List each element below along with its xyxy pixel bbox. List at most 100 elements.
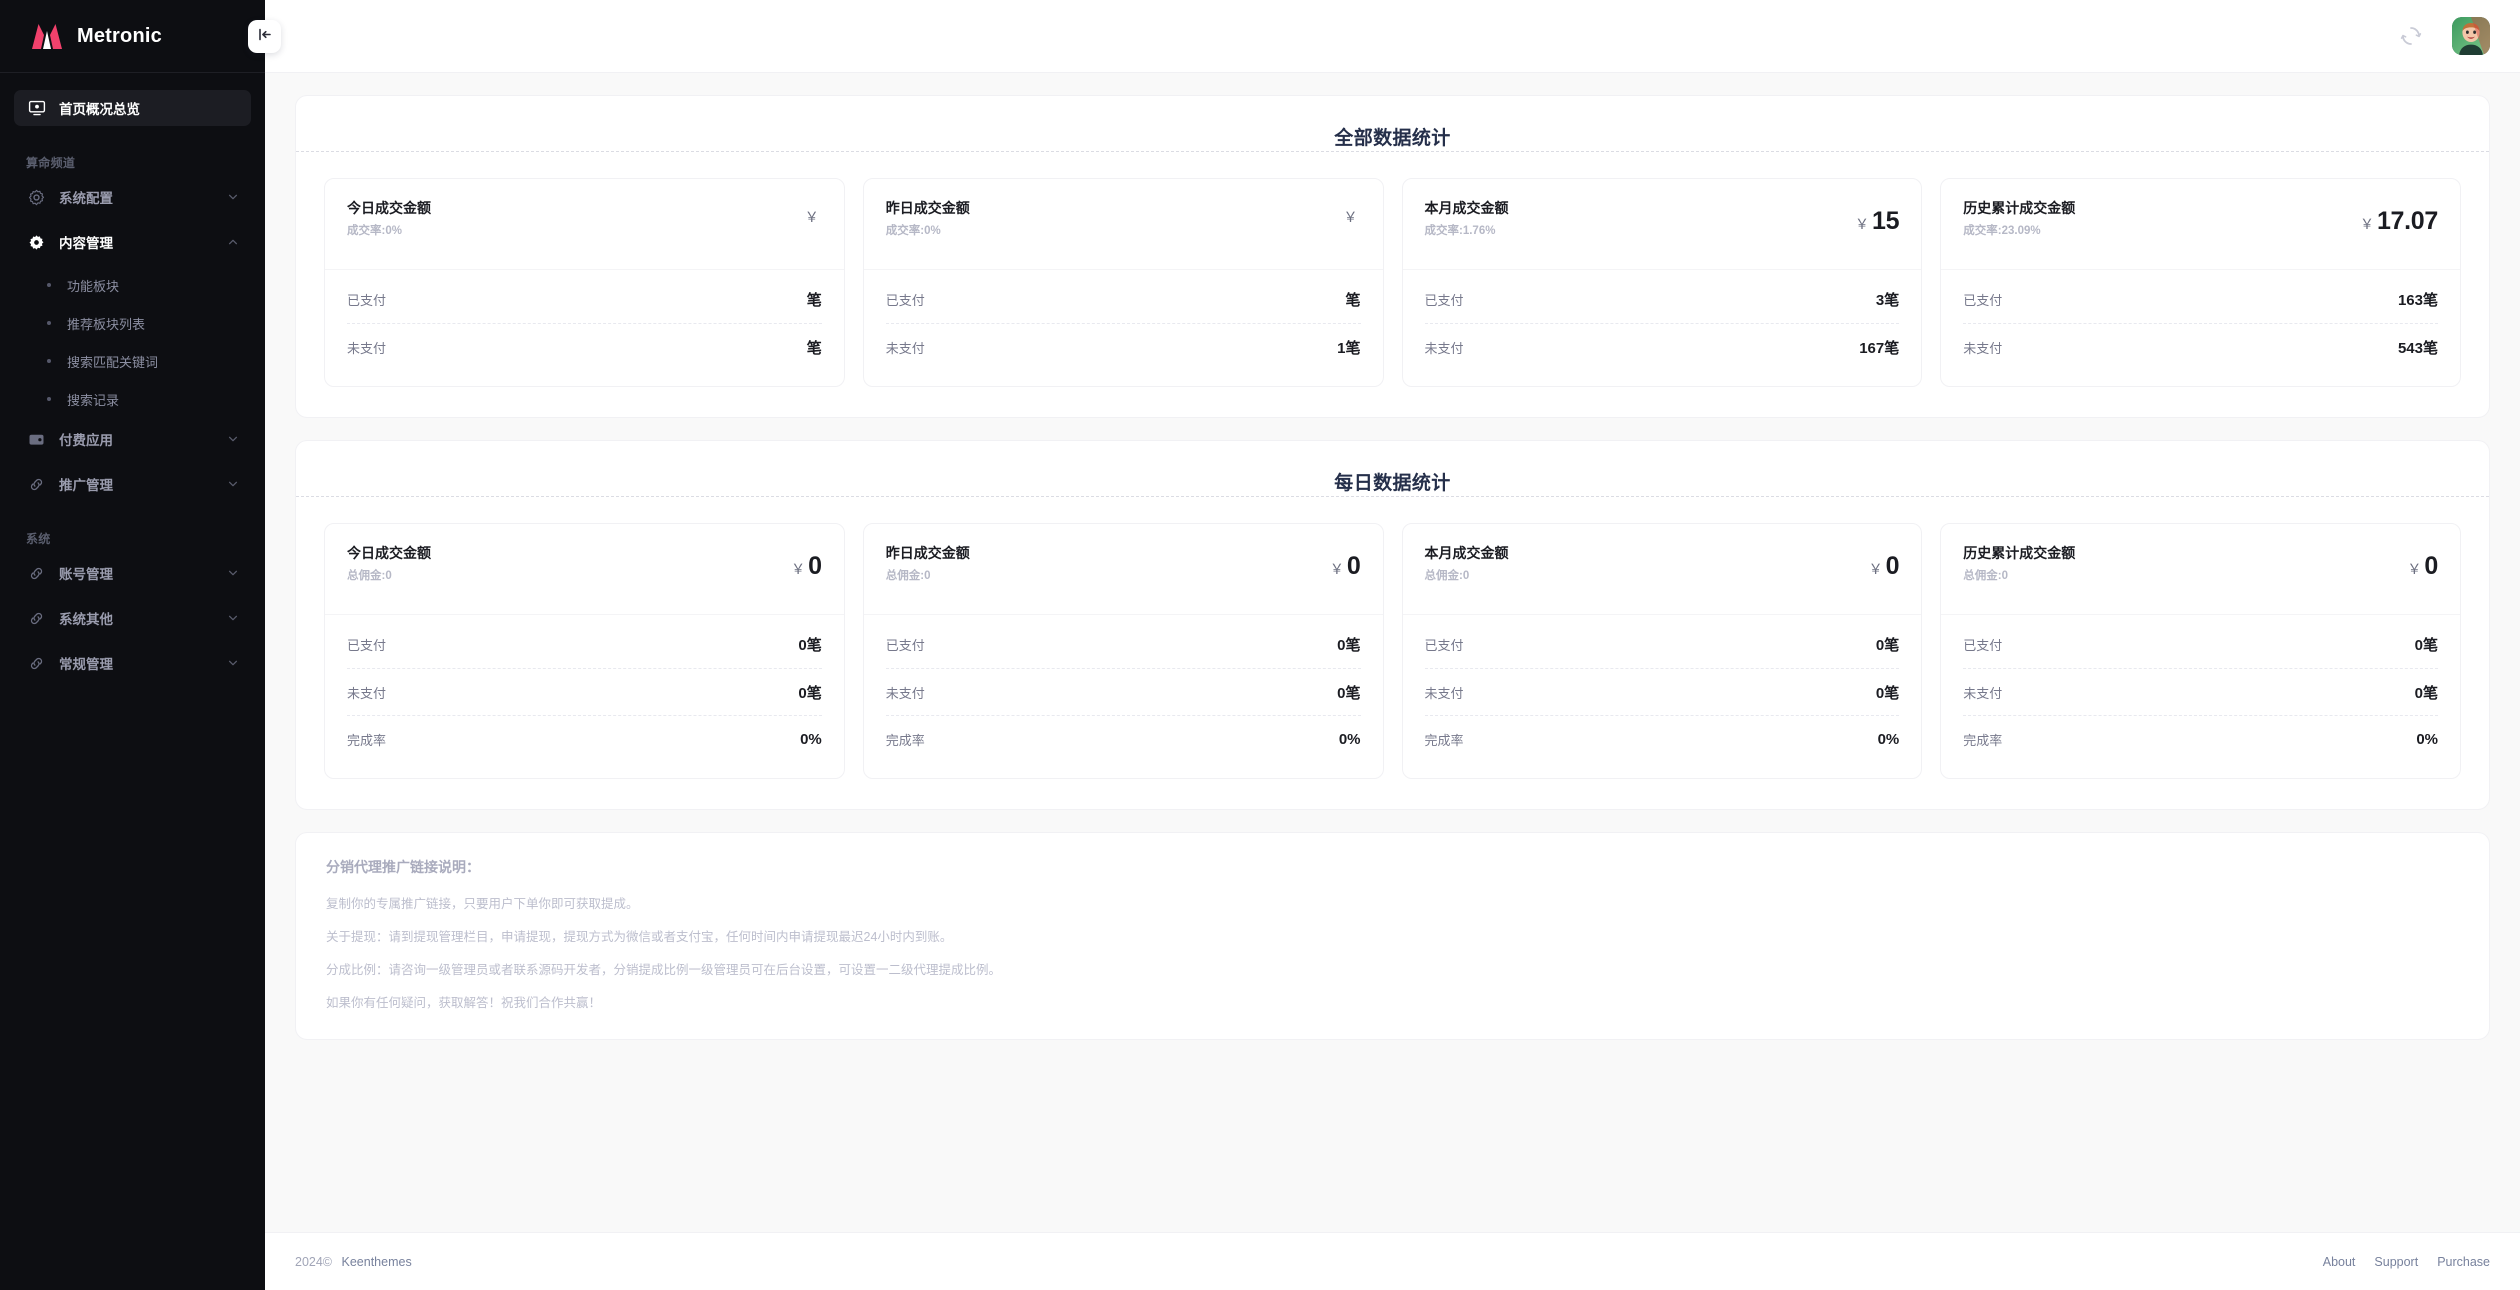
- stat-card-title: 本月成交金额: [1424, 200, 1509, 216]
- sidebar-item-system-config-label: 系统配置: [59, 191, 113, 206]
- stat-row-label: 未支付: [1963, 685, 2003, 701]
- stat-row-value: 0%: [1338, 730, 1361, 748]
- stat-card[interactable]: 历史累计成交金额 成交率:23.09% ￥ 17.07 已支付 163笔 未支付…: [1940, 178, 2461, 387]
- chevron-down-icon: [227, 191, 239, 203]
- sidebar-subitem-function-modules[interactable]: 功能板块: [14, 269, 251, 301]
- stat-card-title: 历史累计成交金额: [1963, 200, 2076, 216]
- gear-icon: [26, 232, 47, 253]
- stat-card-header: 今日成交金额 成交率:0% ￥: [325, 179, 844, 270]
- stat-card-value: 0: [1885, 552, 1900, 580]
- stat-card-amount: ￥ 17.07: [2360, 207, 2438, 236]
- stat-card-value: 0: [1346, 552, 1361, 580]
- stat-row-label: 未支付: [347, 685, 387, 701]
- sidebar-item-paid-apps-label: 付费应用: [59, 433, 113, 448]
- sidebar-item-content-management-label: 内容管理: [59, 236, 113, 251]
- panel-daily-statistics: 每日数据统计 今日成交金额 总佣金:0 ￥ 0 已支付 0笔 未支付 0笔 完成…: [295, 440, 2490, 810]
- stat-row-label: 未支付: [1424, 340, 1464, 356]
- stat-card[interactable]: 昨日成交金额 总佣金:0 ￥ 0 已支付 0笔 未支付 0笔 完成率 0%: [862, 523, 1384, 779]
- stat-row: 已支付 笔: [347, 276, 822, 323]
- stat-card-subtitle: 总佣金:0: [1424, 570, 1470, 582]
- note-line: 如果你有任何疑问，获取解答！祝我们合作共赢！: [326, 996, 602, 1010]
- user-avatar[interactable]: [2452, 17, 2490, 55]
- footer: 2024© Keenthemes About Support Purchase: [265, 1232, 2520, 1290]
- stat-card-subtitle: 总佣金:0: [347, 570, 392, 582]
- stat-card[interactable]: 历史累计成交金额 总佣金:0 ￥ 0 已支付 0笔 未支付 0笔 完成率 0%: [1940, 523, 2461, 779]
- stat-row-label: 未支付: [1963, 340, 2003, 356]
- stat-card-rows: 已支付 0笔 未支付 0笔 完成率 0%: [864, 615, 1383, 778]
- stat-card-subtitle: 成交率:1.76%: [1424, 225, 1496, 237]
- stat-row-label: 已支付: [347, 638, 387, 653]
- metronic-logo-icon: [30, 23, 64, 50]
- footer-link-support[interactable]: Support: [2374, 1255, 2418, 1269]
- sidebar-subitem-label: 搜索匹配关键词: [67, 354, 159, 370]
- sidebar-item-account-management[interactable]: 账号管理: [14, 555, 251, 591]
- chevron-down-icon: [227, 478, 239, 490]
- stat-card-subtitle: 成交率:0%: [885, 225, 941, 237]
- stat-card-title: 今日成交金额: [347, 545, 431, 561]
- chevron-up-icon: [227, 236, 239, 248]
- wallet-icon: [26, 429, 47, 450]
- refresh-spinner-icon[interactable]: [2398, 23, 2424, 49]
- stat-row-value: 0笔: [1337, 684, 1361, 702]
- stat-card[interactable]: 本月成交金额 成交率:1.76% ￥ 15 已支付 3笔 未支付 167笔: [1401, 178, 1923, 387]
- stat-row-value: 0笔: [798, 637, 822, 654]
- bullet-icon: [47, 397, 51, 401]
- stat-cards-row: 今日成交金额 总佣金:0 ￥ 0 已支付 0笔 未支付 0笔 完成率 0% 昨日…: [324, 523, 2461, 779]
- stat-card-value: 17.07: [2376, 207, 2438, 235]
- sidebar-menu: 首页概况总览 算命频道 系统配置 内容管理 功能板块 推荐板块列表 搜索匹配关键…: [0, 73, 265, 1290]
- stat-row-value: 0笔: [798, 684, 822, 702]
- sidebar-section-label-1: 算命频道: [26, 156, 76, 170]
- stat-card-title: 历史累计成交金额: [1963, 545, 2076, 561]
- stat-row-value: 笔: [806, 339, 822, 357]
- stat-card-subtitle: 总佣金:0: [1963, 570, 2008, 582]
- stat-card-rows: 已支付 0笔 未支付 0笔 完成率 0%: [1403, 615, 1922, 778]
- stat-row-value: 167笔: [1859, 339, 1900, 357]
- stat-card-title: 今日成交金额: [347, 200, 431, 216]
- stat-row: 已支付 163笔: [1963, 276, 2438, 323]
- sidebar-brand[interactable]: Metronic: [0, 0, 265, 73]
- stat-card-amount: ￥ 0: [791, 552, 822, 581]
- sidebar-subitem-recommended-list[interactable]: 推荐板块列表: [14, 307, 251, 339]
- stat-row-label: 已支付: [885, 293, 925, 308]
- sidebar-subitem-search-keywords[interactable]: 搜索匹配关键词: [14, 345, 251, 377]
- sidebar-collapse-button[interactable]: [248, 20, 281, 53]
- sidebar-item-system-other[interactable]: 系统其他: [14, 600, 251, 636]
- stat-row-value: 3笔: [1875, 292, 1900, 309]
- sidebar-item-general-management-label: 常规管理: [59, 657, 113, 672]
- stat-card-title: 本月成交金额: [1424, 545, 1509, 561]
- footer-link-about[interactable]: About: [2323, 1255, 2356, 1269]
- sidebar-item-account-management-label: 账号管理: [59, 567, 113, 582]
- stat-card-title: 昨日成交金额: [885, 545, 970, 561]
- stat-row: 已支付 0笔: [1963, 621, 2438, 668]
- footer-copyright: 2024© Keenthemes: [295, 1255, 412, 1269]
- stat-row-value: 0%: [800, 730, 822, 748]
- stat-card-amount: ￥: [805, 207, 822, 227]
- section-title: 每日数据统计: [1318, 468, 1467, 495]
- sidebar-item-system-config[interactable]: 系统配置: [14, 179, 251, 215]
- stat-card[interactable]: 今日成交金额 成交率:0% ￥ 已支付 笔 未支付 笔: [324, 178, 845, 387]
- stat-row-label: 已支付: [1424, 293, 1464, 308]
- note-line: 分成比例：请咨询一级管理员或者联系源码开发者，分销提成比例一级管理员可在后台设置…: [326, 963, 1002, 977]
- panel-all-statistics: 全部数据统计 今日成交金额 成交率:0% ￥ 已支付 笔 未支付 笔 昨日成交金…: [295, 95, 2490, 418]
- stat-card-rows: 已支付 笔 未支付 笔: [325, 270, 844, 386]
- footer-link-purchase[interactable]: Purchase: [2437, 1255, 2490, 1269]
- panel-header: 全部数据统计: [296, 96, 2489, 152]
- sidebar-item-paid-apps[interactable]: 付费应用: [14, 421, 251, 457]
- bullet-icon: [47, 283, 51, 287]
- stat-card[interactable]: 本月成交金额 总佣金:0 ￥ 0 已支付 0笔 未支付 0笔 完成率 0%: [1401, 523, 1923, 779]
- currency-symbol: ￥: [1855, 216, 1870, 232]
- link-icon: [26, 474, 47, 495]
- stat-row-value: 0%: [2416, 730, 2438, 748]
- sidebar-item-content-management[interactable]: 内容管理: [14, 224, 251, 260]
- sidebar-item-promotion-management[interactable]: 推广管理: [14, 466, 251, 502]
- footer-company[interactable]: Keenthemes: [342, 1255, 412, 1269]
- stat-row-label: 已支付: [1424, 638, 1464, 653]
- stat-card[interactable]: 今日成交金额 总佣金:0 ￥ 0 已支付 0笔 未支付 0笔 完成率 0%: [324, 523, 845, 779]
- sidebar-item-home[interactable]: 首页概况总览: [14, 90, 251, 126]
- panel-body: 今日成交金额 总佣金:0 ￥ 0 已支付 0笔 未支付 0笔 完成率 0% 昨日…: [296, 497, 2489, 809]
- stat-card-header: 今日成交金额 总佣金:0 ￥ 0: [325, 524, 844, 615]
- sidebar-item-general-management[interactable]: 常规管理: [14, 645, 251, 681]
- stat-row: 未支付 0笔: [347, 668, 822, 715]
- sidebar-subitem-search-records[interactable]: 搜索记录: [14, 383, 251, 415]
- stat-card[interactable]: 昨日成交金额 成交率:0% ￥ 已支付 笔 未支付 1笔: [862, 178, 1384, 387]
